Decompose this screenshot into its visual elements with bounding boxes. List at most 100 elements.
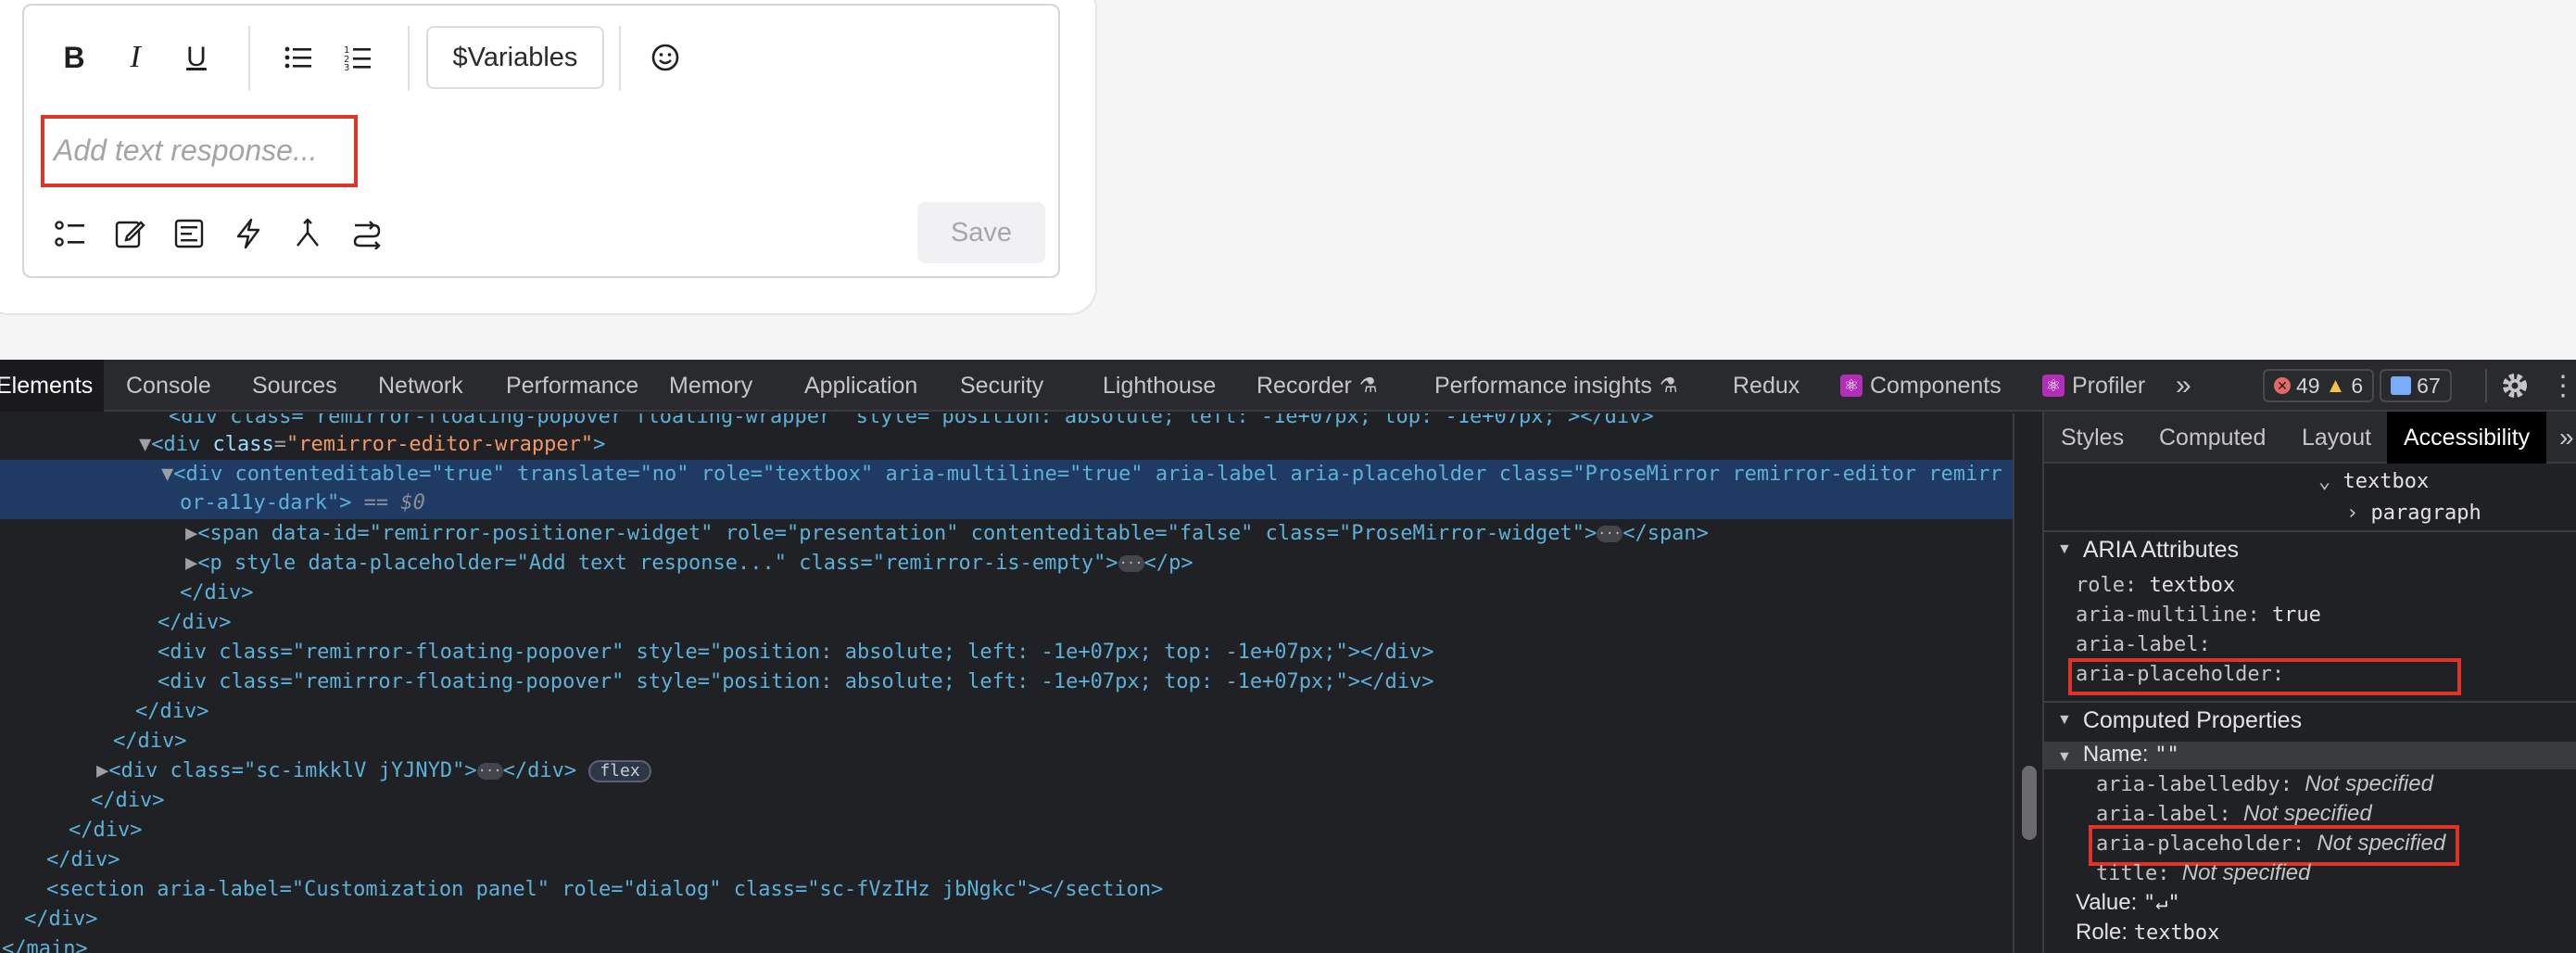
dom-node[interactable]: </div> [69, 816, 2013, 845]
dom-node[interactable]: </div> [113, 727, 2013, 756]
tab-label: Console [126, 372, 211, 399]
ellipsis-icon[interactable]: ··· [1597, 526, 1623, 542]
expand-arrow-icon[interactable]: ▶ [96, 759, 108, 782]
highlight-box [2068, 658, 2461, 695]
tree-node-paragraph[interactable]: › paragraph [2346, 499, 2481, 528]
settings-button[interactable] [2494, 360, 2535, 412]
computed-role-value: textbox [2133, 921, 2220, 945]
collapse-arrow-icon[interactable]: ▼ [139, 433, 151, 456]
accessibility-sidebar: Styles Computed Layout Accessibility » ⌄… [2042, 412, 2576, 953]
numbered-list-button[interactable]: 123 [339, 39, 376, 76]
errors-counter[interactable]: ✕ 49 ▲ 6 [2263, 369, 2375, 402]
collapse-arrow-icon[interactable]: ▼ [161, 463, 173, 486]
tab-redux[interactable]: Redux [1733, 360, 1799, 412]
node-text: </span> [1623, 522, 1709, 545]
dom-node[interactable]: <div class="remirror-floating-popover" s… [158, 667, 2013, 697]
dom-node[interactable]: ▼<div class="remirror-editor-wrapper"> [139, 430, 2013, 460]
tab-application[interactable]: Application [804, 360, 917, 412]
more-tabs-label: » [2559, 423, 2574, 451]
flex-badge[interactable]: flex [588, 760, 651, 782]
computed-value-row: Value: "↵" [2076, 888, 2180, 918]
node-text: </div> [24, 908, 98, 931]
computed-name-label: Name: [2082, 742, 2149, 767]
node-text: </main> [2, 937, 88, 953]
tab-computed[interactable]: Computed [2159, 412, 2266, 464]
tab-performance[interactable]: Performance [506, 360, 638, 412]
tab-styles[interactable]: Styles [2061, 412, 2124, 464]
tab-accessibility[interactable]: Accessibility [2387, 412, 2547, 464]
react-icon: ⚛ [2042, 375, 2065, 397]
bullet-list-button[interactable] [280, 39, 317, 76]
dom-node[interactable]: </div> [135, 697, 2013, 727]
ellipsis-icon[interactable]: ··· [476, 763, 503, 780]
tab-sources[interactable]: Sources [252, 360, 337, 412]
more-tabs-button[interactable]: » [2176, 360, 2191, 412]
dom-node[interactable]: </main> [2, 934, 2013, 953]
expand-arrow-icon[interactable]: ▶ [185, 552, 197, 575]
tab-label: Sources [252, 372, 337, 399]
options-list-button[interactable] [52, 215, 89, 252]
tab-layout[interactable]: Layout [2302, 412, 2371, 464]
tab-label: Accessibility [2404, 424, 2531, 451]
tab-label: Lighthouse [1103, 372, 1217, 399]
tab-label: Security [960, 372, 1044, 399]
redirect-button[interactable] [348, 215, 385, 252]
node-text: <div contenteditable="true" translate="n… [173, 463, 2002, 486]
split-button[interactable] [289, 215, 326, 252]
save-button[interactable]: Save [917, 202, 1045, 263]
underline-button[interactable]: U [178, 33, 215, 82]
tree-node-textbox[interactable]: ⌄ textbox [2318, 467, 2429, 497]
dom-node[interactable]: ▶<p style data-placeholder="Add text res… [185, 549, 2013, 578]
dom-node[interactable]: </div> [46, 845, 2013, 875]
tab-security[interactable]: Security [960, 360, 1043, 412]
variables-button[interactable]: $Variables [426, 26, 604, 89]
card-icon [174, 219, 204, 248]
tab-recorder[interactable]: Recorder ⚗ [1256, 360, 1378, 412]
toolbar-divider [2485, 369, 2487, 402]
expand-arrow-icon[interactable]: ▶ [185, 522, 197, 545]
collapse-triangle-icon: ▼ [2057, 541, 2072, 557]
emoji-icon [651, 44, 679, 71]
more-options-button[interactable]: ⋮ [2549, 360, 2576, 412]
computed-properties-header[interactable]: ▼ Computed Properties [2044, 701, 2576, 738]
tab-components[interactable]: ⚛ Components [1840, 360, 2001, 412]
action-button[interactable] [230, 215, 267, 252]
tab-label: Performance insights [1434, 372, 1652, 399]
dom-node[interactable]: <div class="remirror-floating-popover" s… [158, 638, 2013, 667]
node-text: </div> [180, 581, 254, 604]
dom-node[interactable]: <section aria-label="Customization panel… [46, 875, 2013, 905]
messages-counter[interactable]: 67 [2380, 369, 2452, 402]
dom-node[interactable]: ▶<div class="sc-imkklV jYJNYD">···</div>… [96, 756, 2013, 786]
dom-node-selected[interactable]: ▼<div contenteditable="true" translate="… [0, 460, 2013, 519]
bold-button[interactable]: B [56, 33, 93, 82]
tab-profiler[interactable]: ⚛ Profiler [2042, 360, 2145, 412]
emoji-button[interactable] [647, 39, 684, 76]
scroll-thumb[interactable] [2022, 766, 2037, 840]
tab-label: Redux [1733, 372, 1800, 399]
tab-memory[interactable]: Memory [669, 360, 752, 412]
italic-button[interactable]: I [117, 33, 154, 82]
more-sidebar-tabs-button[interactable]: » [2559, 412, 2574, 464]
kebab-icon: ⋮ [2549, 370, 2576, 401]
dom-node[interactable]: ▶<span data-id="remirror-positioner-widg… [185, 519, 2013, 549]
tab-performance-insights[interactable]: Performance insights ⚗ [1434, 360, 1678, 412]
dom-tree-scrollbar[interactable] [2013, 413, 2042, 953]
tab-console[interactable]: Console [126, 360, 211, 412]
node-text: </div> [502, 759, 577, 782]
edit-button[interactable] [111, 215, 148, 252]
computed-name-row[interactable]: ▼ Name: "" [2057, 740, 2179, 769]
dom-node[interactable]: </div> [180, 578, 2013, 608]
split-icon [297, 218, 319, 247]
route-icon [353, 221, 381, 249]
dom-node[interactable]: </div> [91, 786, 2013, 816]
aria-attributes-header[interactable]: ▼ ARIA Attributes [2044, 530, 2576, 567]
tab-lighthouse[interactable]: Lighthouse [1103, 360, 1216, 412]
dom-node[interactable]: <div class="remirror-floating-popover fl… [169, 413, 2013, 432]
dom-node[interactable]: </div> [24, 905, 2013, 934]
ellipsis-icon[interactable]: ··· [1118, 555, 1144, 572]
tab-elements[interactable]: Elements [0, 360, 104, 412]
dom-node[interactable]: </div> [158, 608, 2013, 638]
card-button[interactable] [170, 215, 208, 252]
computed-role-row: Role: textbox [2076, 918, 2219, 947]
tab-network[interactable]: Network [378, 360, 463, 412]
